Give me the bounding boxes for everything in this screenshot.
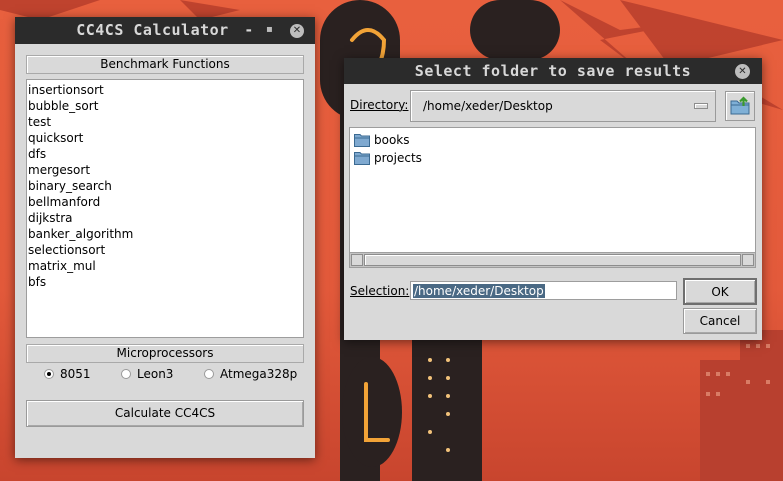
select-folder-dialog: Select folder to save results ✕ Director… <box>344 58 762 340</box>
chevron-down-icon[interactable] <box>694 103 708 109</box>
list-item[interactable]: matrix_mul <box>28 258 303 274</box>
scroll-right-icon[interactable] <box>742 254 754 266</box>
radio-button[interactable] <box>204 369 214 379</box>
radio-8051[interactable]: 8051 <box>44 366 91 382</box>
list-item[interactable]: dfs <box>28 146 303 162</box>
list-item[interactable]: dijkstra <box>28 210 303 226</box>
radio-button[interactable] <box>44 369 54 379</box>
list-item[interactable]: quicksort <box>28 130 303 146</box>
folder-item-projects[interactable]: projects <box>354 149 422 167</box>
folder-item-books[interactable]: books <box>354 131 410 149</box>
folder-list[interactable]: books projects <box>349 127 756 268</box>
directory-dropdown[interactable]: /home/xeder/Desktop <box>410 90 716 122</box>
cancel-button[interactable]: Cancel <box>683 308 757 334</box>
list-item[interactable]: mergesort <box>28 162 303 178</box>
benchmark-function-list[interactable]: insertionsort bubble_sort test quicksort dfs… <box>26 79 304 338</box>
horizontal-scrollbar[interactable] <box>350 252 755 267</box>
folder-name: projects <box>374 151 422 165</box>
window-title: CC4CS Calculator <box>76 21 229 39</box>
scrollbar-thumb[interactable] <box>364 254 741 266</box>
dialog-titlebar[interactable]: Select folder to save results <box>344 58 762 84</box>
directory-label-text: Directory: <box>350 98 409 112</box>
radio-atmega328p[interactable]: Atmega328p <box>204 366 297 382</box>
list-item[interactable]: insertionsort <box>28 82 303 98</box>
selection-value: /home/xeder/Desktop <box>413 284 545 298</box>
list-item[interactable]: binary_search <box>28 178 303 194</box>
scroll-left-icon[interactable] <box>351 254 363 266</box>
dialog-title: Select folder to save results <box>414 62 692 80</box>
radio-leon3[interactable]: Leon3 <box>121 366 173 382</box>
list-item[interactable]: banker_algorithm <box>28 226 303 242</box>
new-folder-button[interactable] <box>725 91 755 121</box>
list-item[interactable]: selectionsort <box>28 242 303 258</box>
minimize-icon[interactable]: ▪ <box>266 24 276 36</box>
title-separator: - <box>244 21 254 39</box>
new-folder-icon <box>730 96 750 115</box>
radio-label: Atmega328p <box>220 367 298 381</box>
folder-icon <box>354 134 370 147</box>
list-item[interactable]: bellmanford <box>28 194 303 210</box>
list-item[interactable]: test <box>28 114 303 130</box>
directory-value: /home/xeder/Desktop <box>423 99 553 113</box>
benchmark-functions-header: Benchmark Functions <box>26 55 304 74</box>
radio-selected-dot <box>47 372 51 376</box>
selection-input[interactable]: /home/xeder/Desktop <box>410 281 677 300</box>
folder-icon <box>354 152 370 165</box>
close-icon[interactable]: ✕ <box>290 24 304 38</box>
selection-label-text: Selection: <box>350 284 410 298</box>
calculator-window: CC4CS Calculator - ▪ ✕ Benchmark Functio… <box>15 17 315 458</box>
list-item[interactable]: bfs <box>28 274 303 290</box>
radio-button[interactable] <box>121 369 131 379</box>
microprocessors-header: Microprocessors <box>26 344 304 363</box>
radio-label: 8051 <box>60 367 91 381</box>
directory-label: Directory: <box>350 98 408 112</box>
radio-label: Leon3 <box>137 367 174 381</box>
selection-label: Selection: <box>350 284 409 298</box>
close-icon[interactable]: ✕ <box>735 64 750 79</box>
list-item[interactable]: bubble_sort <box>28 98 303 114</box>
calculate-cc4cs-button[interactable]: Calculate CC4CS <box>26 400 304 427</box>
folder-name: books <box>374 133 410 147</box>
ok-button[interactable]: OK <box>683 278 757 305</box>
